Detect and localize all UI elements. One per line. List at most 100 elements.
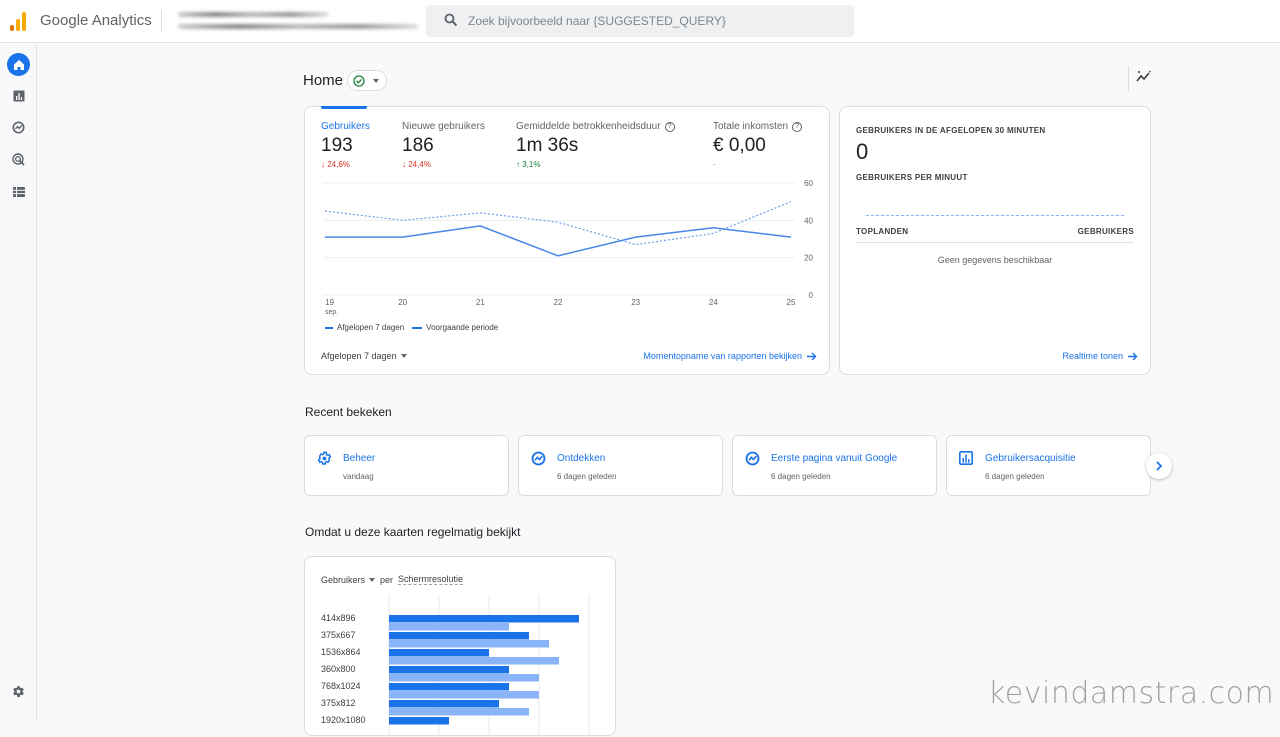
sidebar-item-settings[interactable] xyxy=(7,680,30,703)
gear-icon xyxy=(317,451,332,466)
x-tick-label: 20 xyxy=(398,298,407,307)
gear-icon xyxy=(12,685,25,698)
bar-previous[interactable] xyxy=(389,674,539,682)
date-range-label: Afgelopen 7 dagen xyxy=(321,351,397,361)
column-header-countries: TOPLANDEN xyxy=(856,227,908,236)
legend-solid-swatch xyxy=(325,327,333,329)
arrow-right-icon xyxy=(807,352,817,361)
watermark: kevindamstra.com xyxy=(988,676,1274,711)
per-minute-label: GEBRUIKERS PER MINUUT xyxy=(856,173,968,182)
bar-current[interactable] xyxy=(389,717,449,725)
recent-item-title: Gebruikersacquisitie xyxy=(985,453,1076,464)
realtime-link-label: Realtime tonen xyxy=(1062,351,1123,361)
search-icon xyxy=(444,13,458,27)
next-button[interactable] xyxy=(1146,453,1172,479)
users-line-chart: 020406019202122232425sep. xyxy=(305,107,831,376)
series-line-previous xyxy=(325,202,791,245)
recent-item-title: Eerste pagina vanuit Google xyxy=(771,453,897,464)
recent-item-time: 6 dagen geleden xyxy=(985,472,1045,481)
bar-category-label: 375x812 xyxy=(321,698,356,708)
column-header-users: GEBRUIKERS xyxy=(1078,227,1134,236)
bar-current[interactable] xyxy=(389,649,489,657)
divider xyxy=(161,10,162,32)
property-status-dropdown[interactable] xyxy=(347,70,387,91)
recent-item[interactable]: Gebruikersacquisitie 6 dagen geleden xyxy=(946,435,1151,496)
recent-section-title: Recent bekeken xyxy=(305,405,392,419)
sidebar-item-configure[interactable] xyxy=(7,180,30,203)
recent-item-time: 6 dagen geleden xyxy=(771,472,831,481)
recent-item[interactable]: Beheer vandaag xyxy=(304,435,509,496)
resolution-card: Gebruikers per Schermresolutie 414x89637… xyxy=(304,556,616,736)
realtime-link[interactable]: Realtime tonen xyxy=(1062,351,1138,361)
bar-category-label: 1920x1080 xyxy=(321,715,366,725)
bar-category-label: 768x1024 xyxy=(321,681,361,691)
bar-current[interactable] xyxy=(389,615,579,623)
explore-icon xyxy=(531,451,546,466)
y-tick-label: 0 xyxy=(809,291,814,300)
divider xyxy=(1128,66,1129,92)
target-icon xyxy=(12,153,25,166)
x-tick-label: 22 xyxy=(554,298,563,307)
arrow-right-icon xyxy=(1128,352,1138,361)
realtime-value: 0 xyxy=(856,139,868,165)
analytics-logo-icon[interactable] xyxy=(10,11,30,31)
explore-icon xyxy=(12,121,25,134)
legend-dashed-swatch xyxy=(412,327,422,329)
list-icon xyxy=(13,187,25,197)
chart-legend: Afgelopen 7 dagen Voorgaande periode xyxy=(325,323,498,332)
bar-category-label: 375x667 xyxy=(321,630,356,640)
x-tick-sublabel: sep. xyxy=(325,309,338,316)
y-tick-label: 20 xyxy=(804,254,813,263)
bar-category-label: 414x896 xyxy=(321,613,356,623)
x-tick-label: 23 xyxy=(631,298,640,307)
sidebar-item-reports[interactable] xyxy=(7,84,30,107)
sidebar-item-advertising[interactable] xyxy=(7,148,30,171)
bar-chart-icon xyxy=(959,451,973,465)
search-placeholder: Zoek bijvoorbeeld naar {SUGGESTED_QUERY} xyxy=(468,14,726,28)
sidebar-item-explore[interactable] xyxy=(7,116,30,139)
explore-icon xyxy=(745,451,760,466)
series-line-current xyxy=(325,226,791,256)
bar-previous[interactable] xyxy=(389,657,559,665)
realtime-title: GEBRUIKERS IN DE AFGELOPEN 30 MINUTEN xyxy=(856,126,1046,135)
legend-label: Afgelopen 7 dagen xyxy=(337,323,404,332)
bar-current[interactable] xyxy=(389,700,499,708)
search-input[interactable]: Zoek bijvoorbeeld naar {SUGGESTED_QUERY} xyxy=(426,5,854,37)
date-range-dropdown[interactable]: Afgelopen 7 dagen xyxy=(321,351,407,361)
recent-item[interactable]: Ontdekken 6 dagen geleden xyxy=(518,435,723,496)
y-tick-label: 40 xyxy=(804,216,813,225)
snapshot-link[interactable]: Momentopname van rapporten bekijken xyxy=(643,351,817,361)
recent-item-time: 6 dagen geleden xyxy=(557,472,617,481)
x-tick-label: 25 xyxy=(787,298,796,307)
recent-item[interactable]: Eerste pagina vanuit Google 6 dagen gele… xyxy=(732,435,937,496)
overview-card: Gebruikers 193 ↓ 24,6% Nieuwe gebruikers… xyxy=(304,106,830,375)
legend-label: Voorgaande periode xyxy=(426,323,498,332)
bar-current[interactable] xyxy=(389,683,509,691)
bar-current[interactable] xyxy=(389,632,529,640)
sidebar-item-home[interactable] xyxy=(7,53,30,76)
realtime-card: GEBRUIKERS IN DE AFGELOPEN 30 MINUTEN 0 … xyxy=(839,106,1151,375)
recent-item-time: vandaag xyxy=(343,472,374,481)
sidebar xyxy=(0,44,37,720)
bar-previous[interactable] xyxy=(389,708,529,716)
top-bar: Google Analytics Zoek bijvoorbeeld naar … xyxy=(0,0,1280,43)
snapshot-link-label: Momentopname van rapporten bekijken xyxy=(643,351,802,361)
per-minute-sparkline xyxy=(866,215,1124,216)
bar-category-label: 360x800 xyxy=(321,664,356,674)
app-title: Google Analytics xyxy=(40,12,152,29)
bar-previous[interactable] xyxy=(389,640,549,648)
chevron-down-icon xyxy=(373,79,379,83)
chevron-down-icon xyxy=(401,354,407,358)
insights-icon[interactable] xyxy=(1136,70,1152,84)
bar-previous[interactable] xyxy=(389,691,539,699)
divider xyxy=(856,242,1134,243)
bar-previous[interactable] xyxy=(389,623,509,631)
recent-item-title: Ontdekken xyxy=(557,453,605,464)
suggested-section-title: Omdat u deze kaarten regelmatig bekijkt xyxy=(305,525,520,539)
chevron-right-icon xyxy=(1155,461,1163,471)
bar-chart-icon xyxy=(13,90,25,102)
bar-current[interactable] xyxy=(389,666,509,674)
x-tick-label: 24 xyxy=(709,298,718,307)
x-tick-label: 19 xyxy=(325,298,334,307)
y-tick-label: 60 xyxy=(804,179,813,188)
